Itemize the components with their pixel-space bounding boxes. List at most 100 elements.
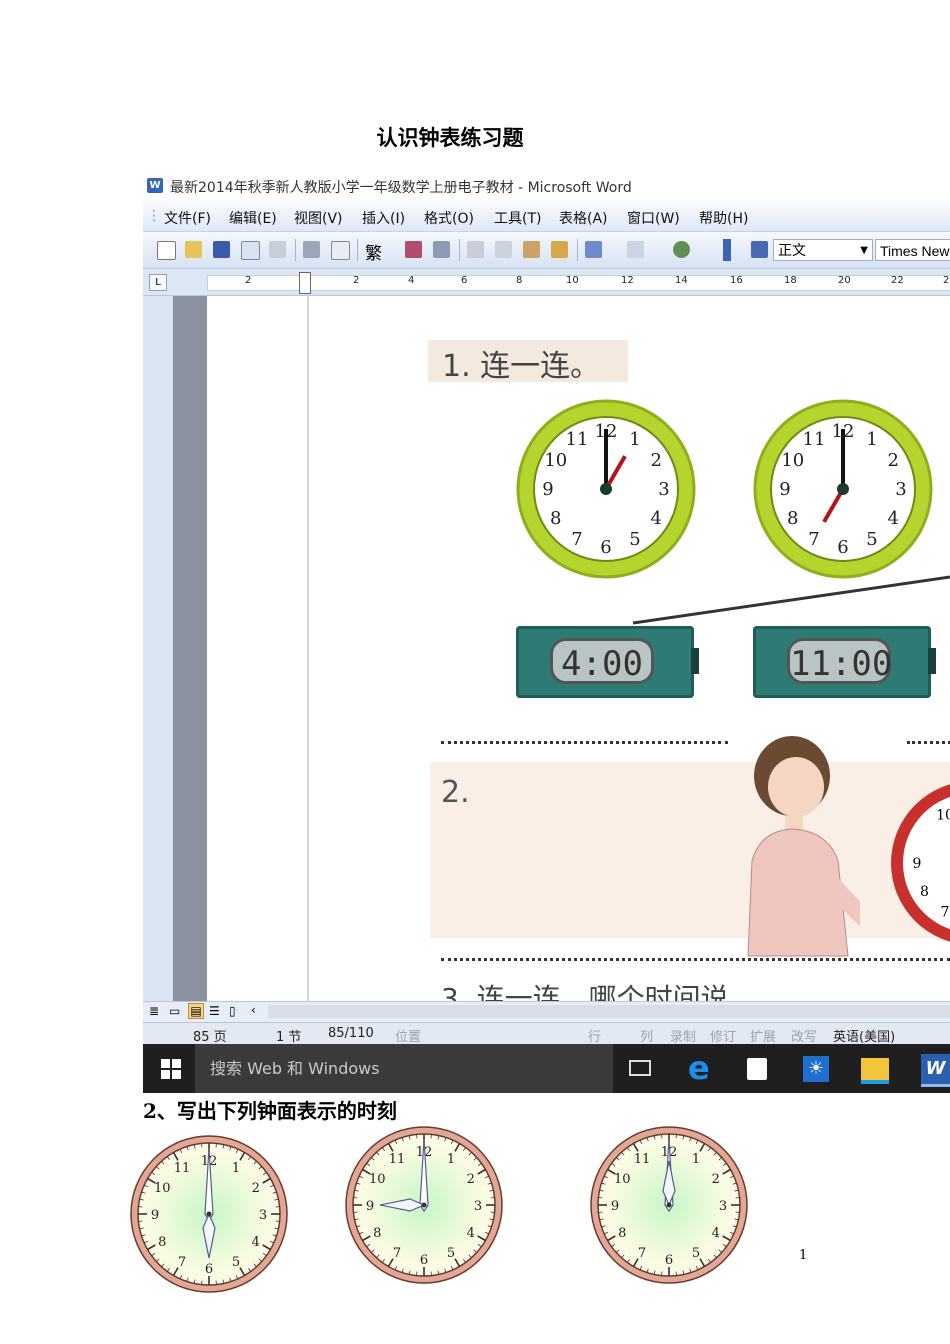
store-icon[interactable] xyxy=(747,1058,767,1080)
clock-number: 6 xyxy=(420,1253,428,1268)
hyperlink-icon[interactable] xyxy=(673,241,690,258)
weather-app-icon[interactable]: ☀ xyxy=(803,1056,829,1082)
menu-insert[interactable]: 插入(I) xyxy=(362,208,405,228)
clock-number: 1 xyxy=(447,1152,455,1167)
chevron-down-icon: ▼ xyxy=(860,245,868,256)
cut-icon[interactable] xyxy=(467,241,484,258)
normal-view-icon[interactable]: ≣ xyxy=(149,1004,159,1018)
task-view-icon[interactable] xyxy=(629,1060,651,1076)
permission-icon[interactable] xyxy=(241,241,260,260)
copy-icon[interactable] xyxy=(495,241,512,258)
view-buttons-bar: ≣ ▭ ▤ ☰ ▯ ‹ xyxy=(143,1001,950,1022)
menu-file[interactable]: 文件(F) xyxy=(164,208,211,228)
clock-number: 10 xyxy=(369,1172,386,1187)
page-number: 1 xyxy=(799,1248,808,1263)
dotted-divider xyxy=(441,741,728,744)
horizontal-ruler[interactable]: L 2 2 4 6 8 10 12 14 16 18 20 22 2 xyxy=(143,269,950,296)
font-select-value: Times New xyxy=(880,243,950,259)
clock-number: 7 xyxy=(808,529,819,550)
clock-number: 5 xyxy=(692,1246,700,1261)
paste-icon[interactable] xyxy=(523,241,540,258)
clock-number: 3 xyxy=(895,479,906,500)
menu-grip-icon: ⋮ xyxy=(147,208,161,224)
horizontal-scrollbar[interactable] xyxy=(268,1005,950,1018)
word-taskbar-icon[interactable]: W xyxy=(921,1054,950,1087)
menu-view[interactable]: 视图(V) xyxy=(294,208,343,228)
styles-pane-icon[interactable] xyxy=(751,241,768,258)
file-explorer-icon[interactable] xyxy=(861,1058,889,1084)
status-language[interactable]: 英语(美国) xyxy=(833,1026,895,1045)
outline-view-icon[interactable]: ☰ xyxy=(209,1004,220,1018)
redo-icon[interactable] xyxy=(627,241,644,258)
reading-view-icon[interactable]: ▯ xyxy=(229,1004,236,1018)
menu-tools[interactable]: 工具(T) xyxy=(494,208,541,228)
clock-number: 6 xyxy=(205,1262,213,1277)
clock-number: 1 xyxy=(692,1152,700,1167)
wall-clock-number: 8 xyxy=(920,884,929,900)
textbook-clock-7-oclock: 121234567891011 xyxy=(753,399,933,579)
clock-number: 9 xyxy=(151,1208,159,1223)
clock-number: 10 xyxy=(154,1181,171,1196)
clock-center xyxy=(666,1202,672,1208)
status-page-of: 85/110 xyxy=(328,1026,374,1041)
ruler-number: 14 xyxy=(675,275,688,286)
font-select[interactable]: Times New xyxy=(875,239,950,261)
save-icon[interactable] xyxy=(213,241,230,258)
clock-number: 3 xyxy=(719,1199,727,1214)
new-document-icon[interactable] xyxy=(157,241,176,260)
print-layout-view-icon[interactable]: ▤ xyxy=(188,1003,204,1019)
clock-number: 3 xyxy=(474,1199,482,1214)
status-ext[interactable]: 扩展 xyxy=(750,1026,776,1045)
clock-number: 8 xyxy=(618,1226,626,1241)
status-position: 位置 xyxy=(395,1030,422,1045)
undo-icon[interactable] xyxy=(585,241,602,258)
web-view-icon[interactable]: ▭ xyxy=(169,1004,180,1018)
ruler-number: 18 xyxy=(784,275,797,286)
scroll-left-icon[interactable]: ‹ xyxy=(251,1003,256,1017)
digital-clock-display: 4:00 xyxy=(550,638,654,684)
tab-stop-selector-icon[interactable]: L xyxy=(149,274,167,291)
menu-edit[interactable]: 编辑(E) xyxy=(229,208,277,228)
question-clock-2: 121234567891011 xyxy=(345,1126,503,1284)
taskbar-search-input[interactable]: 搜索 Web 和 Windows xyxy=(195,1044,613,1093)
page-margin-line xyxy=(307,296,309,1001)
clock-number: 2 xyxy=(888,450,899,471)
print-icon[interactable] xyxy=(303,241,320,258)
clock-number: 8 xyxy=(158,1235,166,1250)
clock-number: 2 xyxy=(651,450,662,471)
ruler-number: 20 xyxy=(838,275,851,286)
wall-clock-partial: 1112109876 xyxy=(891,784,950,942)
print-preview-icon[interactable] xyxy=(331,241,350,260)
status-trk[interactable]: 修订 xyxy=(710,1026,736,1045)
window-title: 最新2014年秋季新人教版小学一年级数学上册电子教材 - Microsoft W… xyxy=(170,180,632,196)
windows-start-icon[interactable] xyxy=(161,1059,181,1079)
vertical-ruler xyxy=(143,296,174,1001)
menu-window[interactable]: 窗口(W) xyxy=(627,208,680,228)
clock-number: 10 xyxy=(544,450,567,471)
edge-browser-icon[interactable]: e xyxy=(688,1049,710,1087)
clock-number: 9 xyxy=(779,479,790,500)
status-rec[interactable]: 录制 xyxy=(670,1026,696,1045)
translate-icon[interactable] xyxy=(405,241,422,258)
style-select[interactable]: 正文 ▼ xyxy=(773,239,873,261)
section2-label: 2. xyxy=(441,775,470,810)
word-title-bar: W 最新2014年秋季新人教版小学一年级数学上册电子教材 - Microsoft… xyxy=(143,171,950,201)
digital-clock-2: 11:00 xyxy=(753,626,936,698)
status-ovr[interactable]: 改写 xyxy=(791,1026,817,1045)
research-icon[interactable] xyxy=(433,241,450,258)
clock-number: 1 xyxy=(629,429,640,450)
clock-number: 5 xyxy=(447,1246,455,1261)
email-icon[interactable] xyxy=(269,241,286,258)
open-folder-icon[interactable] xyxy=(185,241,202,258)
wall-clock-number: 7 xyxy=(941,904,950,920)
indent-marker[interactable] xyxy=(299,272,311,294)
menu-format[interactable]: 格式(O) xyxy=(424,208,474,228)
clock-number: 8 xyxy=(373,1226,381,1241)
menu-help[interactable]: 帮助(H) xyxy=(699,208,748,228)
clock-number: 6 xyxy=(665,1253,673,1268)
menu-table[interactable]: 表格(A) xyxy=(559,208,608,228)
traditional-chinese-button[interactable]: 繁 xyxy=(365,239,382,264)
format-painter-icon[interactable] xyxy=(551,241,568,258)
standard-toolbar: 繁 正文 ▼ Times New xyxy=(143,232,950,269)
ruler-number: 2 xyxy=(353,275,360,286)
